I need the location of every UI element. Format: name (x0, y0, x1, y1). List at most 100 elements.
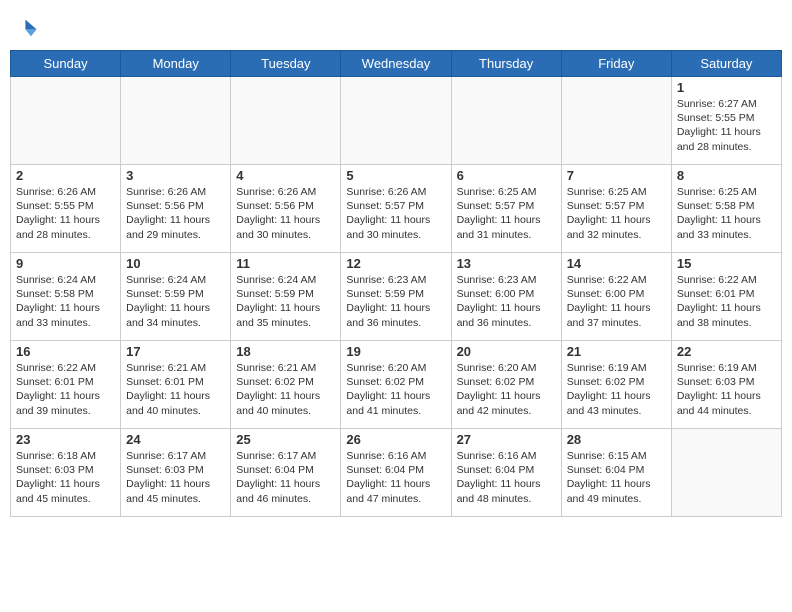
day-number: 14 (567, 256, 666, 271)
day-info: Sunrise: 6:27 AM Sunset: 5:55 PM Dayligh… (677, 97, 776, 154)
day-number: 18 (236, 344, 335, 359)
calendar-day-cell (11, 77, 121, 165)
day-number: 17 (126, 344, 225, 359)
day-info: Sunrise: 6:23 AM Sunset: 5:59 PM Dayligh… (346, 273, 445, 330)
day-info: Sunrise: 6:15 AM Sunset: 6:04 PM Dayligh… (567, 449, 666, 506)
calendar-day-cell: 14 Sunrise: 6:22 AM Sunset: 6:00 PM Dayli… (561, 253, 671, 341)
logo-icon (10, 14, 38, 42)
day-number: 25 (236, 432, 335, 447)
day-number: 22 (677, 344, 776, 359)
day-info: Sunrise: 6:21 AM Sunset: 6:01 PM Dayligh… (126, 361, 225, 418)
day-info: Sunrise: 6:26 AM Sunset: 5:57 PM Dayligh… (346, 185, 445, 242)
calendar-table: SundayMondayTuesdayWednesdayThursdayFrid… (10, 50, 782, 517)
calendar-day-cell (121, 77, 231, 165)
day-number: 3 (126, 168, 225, 183)
calendar-day-cell (451, 77, 561, 165)
calendar-day-cell: 7 Sunrise: 6:25 AM Sunset: 5:57 PM Daylig… (561, 165, 671, 253)
calendar-day-cell (341, 77, 451, 165)
calendar-week-row: 16 Sunrise: 6:22 AM Sunset: 6:01 PM Dayli… (11, 341, 782, 429)
day-of-week-header: Thursday (451, 51, 561, 77)
day-number: 27 (457, 432, 556, 447)
day-number: 1 (677, 80, 776, 95)
day-info: Sunrise: 6:20 AM Sunset: 6:02 PM Dayligh… (457, 361, 556, 418)
day-number: 15 (677, 256, 776, 271)
calendar-day-cell: 28 Sunrise: 6:15 AM Sunset: 6:04 PM Dayli… (561, 429, 671, 517)
day-number: 20 (457, 344, 556, 359)
day-number: 9 (16, 256, 115, 271)
calendar-day-cell: 26Sunrise: 6:16 AM Sunset: 6:04 PM Dayli… (341, 429, 451, 517)
calendar-week-row: 1 Sunrise: 6:27 AM Sunset: 5:55 PM Daylig… (11, 77, 782, 165)
calendar-day-cell: 9 Sunrise: 6:24 AM Sunset: 5:58 PM Daylig… (11, 253, 121, 341)
day-of-week-header: Saturday (671, 51, 781, 77)
day-number: 16 (16, 344, 115, 359)
day-number: 8 (677, 168, 776, 183)
calendar-header-row: SundayMondayTuesdayWednesdayThursdayFrid… (11, 51, 782, 77)
calendar-day-cell: 16 Sunrise: 6:22 AM Sunset: 6:01 PM Dayli… (11, 341, 121, 429)
calendar-day-cell: 5 Sunrise: 6:26 AM Sunset: 5:57 PM Daylig… (341, 165, 451, 253)
calendar-day-cell: 21 Sunrise: 6:19 AM Sunset: 6:02 PM Dayli… (561, 341, 671, 429)
day-info: Sunrise: 6:24 AM Sunset: 5:59 PM Dayligh… (236, 273, 335, 330)
calendar-day-cell (671, 429, 781, 517)
day-info: Sunrise: 6:19 AM Sunset: 6:03 PM Dayligh… (677, 361, 776, 418)
calendar-day-cell: 19 Sunrise: 6:20 AM Sunset: 6:02 PM Dayli… (341, 341, 451, 429)
day-number: 12 (346, 256, 445, 271)
calendar-day-cell (561, 77, 671, 165)
day-info: Sunrise: 6:16 AM Sunset: 6:04 PM Dayligh… (457, 449, 556, 506)
day-info: Sunrise: 6:24 AM Sunset: 5:58 PM Dayligh… (16, 273, 115, 330)
calendar-day-cell: 6 Sunrise: 6:25 AM Sunset: 5:57 PM Daylig… (451, 165, 561, 253)
calendar-day-cell: 18 Sunrise: 6:21 AM Sunset: 6:02 PM Dayli… (231, 341, 341, 429)
day-of-week-header: Tuesday (231, 51, 341, 77)
calendar-day-cell: 2Sunrise: 6:26 AM Sunset: 5:55 PM Daylig… (11, 165, 121, 253)
day-number: 19 (346, 344, 445, 359)
calendar-day-cell: 3 Sunrise: 6:26 AM Sunset: 5:56 PM Daylig… (121, 165, 231, 253)
calendar-week-row: 23 Sunrise: 6:18 AM Sunset: 6:03 PM Dayli… (11, 429, 782, 517)
calendar-day-cell: 4 Sunrise: 6:26 AM Sunset: 5:56 PM Daylig… (231, 165, 341, 253)
day-of-week-header: Sunday (11, 51, 121, 77)
calendar-day-cell: 13 Sunrise: 6:23 AM Sunset: 6:00 PM Dayli… (451, 253, 561, 341)
day-info: Sunrise: 6:25 AM Sunset: 5:57 PM Dayligh… (567, 185, 666, 242)
day-number: 23 (16, 432, 115, 447)
calendar-day-cell: 22 Sunrise: 6:19 AM Sunset: 6:03 PM Dayli… (671, 341, 781, 429)
day-info: Sunrise: 6:17 AM Sunset: 6:04 PM Dayligh… (236, 449, 335, 506)
day-number: 5 (346, 168, 445, 183)
day-info: Sunrise: 6:19 AM Sunset: 6:02 PM Dayligh… (567, 361, 666, 418)
day-number: 10 (126, 256, 225, 271)
day-info: Sunrise: 6:17 AM Sunset: 6:03 PM Dayligh… (126, 449, 225, 506)
day-number: 4 (236, 168, 335, 183)
day-number: 13 (457, 256, 556, 271)
day-number: 7 (567, 168, 666, 183)
calendar-day-cell: 27 Sunrise: 6:16 AM Sunset: 6:04 PM Dayli… (451, 429, 561, 517)
day-info: Sunrise: 6:25 AM Sunset: 5:57 PM Dayligh… (457, 185, 556, 242)
day-info: Sunrise: 6:22 AM Sunset: 6:01 PM Dayligh… (16, 361, 115, 418)
day-number: 2 (16, 168, 115, 183)
day-info: Sunrise: 6:24 AM Sunset: 5:59 PM Dayligh… (126, 273, 225, 330)
day-of-week-header: Wednesday (341, 51, 451, 77)
day-info: Sunrise: 6:23 AM Sunset: 6:00 PM Dayligh… (457, 273, 556, 330)
calendar-day-cell: 20 Sunrise: 6:20 AM Sunset: 6:02 PM Dayli… (451, 341, 561, 429)
day-info: Sunrise: 6:22 AM Sunset: 6:00 PM Dayligh… (567, 273, 666, 330)
day-info: Sunrise: 6:25 AM Sunset: 5:58 PM Dayligh… (677, 185, 776, 242)
day-info: Sunrise: 6:26 AM Sunset: 5:56 PM Dayligh… (236, 185, 335, 242)
calendar-day-cell: 12 Sunrise: 6:23 AM Sunset: 5:59 PM Dayli… (341, 253, 451, 341)
day-info: Sunrise: 6:20 AM Sunset: 6:02 PM Dayligh… (346, 361, 445, 418)
calendar-day-cell (231, 77, 341, 165)
logo (10, 14, 40, 42)
calendar-day-cell: 1 Sunrise: 6:27 AM Sunset: 5:55 PM Daylig… (671, 77, 781, 165)
calendar-day-cell: 15 Sunrise: 6:22 AM Sunset: 6:01 PM Dayli… (671, 253, 781, 341)
day-number: 21 (567, 344, 666, 359)
calendar-day-cell: 24Sunrise: 6:17 AM Sunset: 6:03 PM Dayli… (121, 429, 231, 517)
day-number: 11 (236, 256, 335, 271)
day-number: 28 (567, 432, 666, 447)
calendar-day-cell: 25 Sunrise: 6:17 AM Sunset: 6:04 PM Dayli… (231, 429, 341, 517)
day-of-week-header: Monday (121, 51, 231, 77)
calendar-day-cell: 17 Sunrise: 6:21 AM Sunset: 6:01 PM Dayli… (121, 341, 231, 429)
calendar-day-cell: 11 Sunrise: 6:24 AM Sunset: 5:59 PM Dayli… (231, 253, 341, 341)
day-info: Sunrise: 6:21 AM Sunset: 6:02 PM Dayligh… (236, 361, 335, 418)
page-header (10, 10, 782, 42)
day-info: Sunrise: 6:22 AM Sunset: 6:01 PM Dayligh… (677, 273, 776, 330)
day-info: Sunrise: 6:26 AM Sunset: 5:56 PM Dayligh… (126, 185, 225, 242)
calendar-week-row: 9 Sunrise: 6:24 AM Sunset: 5:58 PM Daylig… (11, 253, 782, 341)
day-info: Sunrise: 6:18 AM Sunset: 6:03 PM Dayligh… (16, 449, 115, 506)
day-number: 6 (457, 168, 556, 183)
day-number: 26 (346, 432, 445, 447)
